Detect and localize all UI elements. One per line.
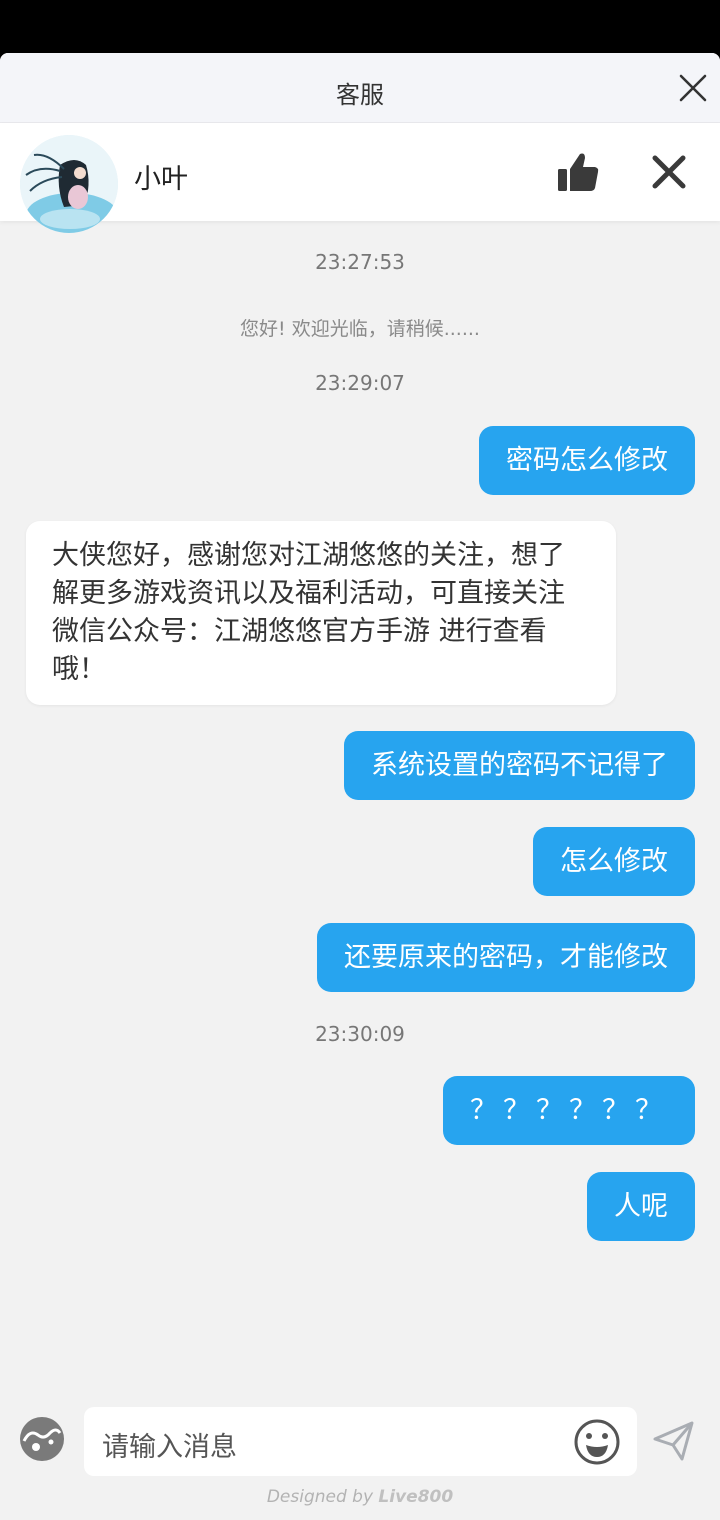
agent-name: 小叶 [134,164,188,195]
timestamp: 23:29:07 [315,371,405,395]
emoji-icon[interactable] [572,1417,622,1467]
message-list: 23:27:53 您好! 欢迎光临，请稍候...... 23:29:07 密码怎… [0,221,720,1401]
outgoing-message: 人呢 [587,1172,695,1241]
avatar [20,135,118,233]
timestamp: 23:27:53 [315,250,405,274]
outgoing-message: 系统设置的密码不记得了 [344,731,695,800]
incoming-message: 大侠您好，感谢您对江湖悠悠的关注，想了解更多游戏资讯以及福利活动，可直接关注微信… [26,521,616,705]
theme-icon[interactable] [18,1415,66,1463]
footer-credit: Designed by Live800 [0,1487,720,1507]
chat-sheet: 客服 小叶 23:27:53 您好! 欢迎光临，请稍候...... 23:29:… [0,53,720,1520]
close-icon[interactable] [678,73,708,103]
outgoing-message: ？？？？？？ [443,1076,695,1145]
outgoing-message: 还要原来的密码，才能修改 [317,923,695,992]
timestamp: 23:30:09 [315,1022,405,1046]
input-bar: 请输入消息 [0,1401,720,1491]
close-icon[interactable] [650,153,688,191]
outgoing-message: 怎么修改 [533,827,695,896]
agent-bar: 小叶 [0,123,720,233]
send-icon[interactable] [652,1419,696,1463]
footer-prefix: Designed by [266,1487,374,1507]
message-input-placeholder[interactable]: 请输入消息 [102,1425,237,1464]
system-message: 您好! 欢迎光临，请稍候...... [240,318,480,340]
footer-brand: Live800 [378,1487,454,1507]
title-bar: 客服 [0,53,720,123]
page-title: 客服 [336,81,384,109]
outgoing-message: 密码怎么修改 [479,426,695,495]
thumbs-up-icon[interactable] [555,150,601,196]
